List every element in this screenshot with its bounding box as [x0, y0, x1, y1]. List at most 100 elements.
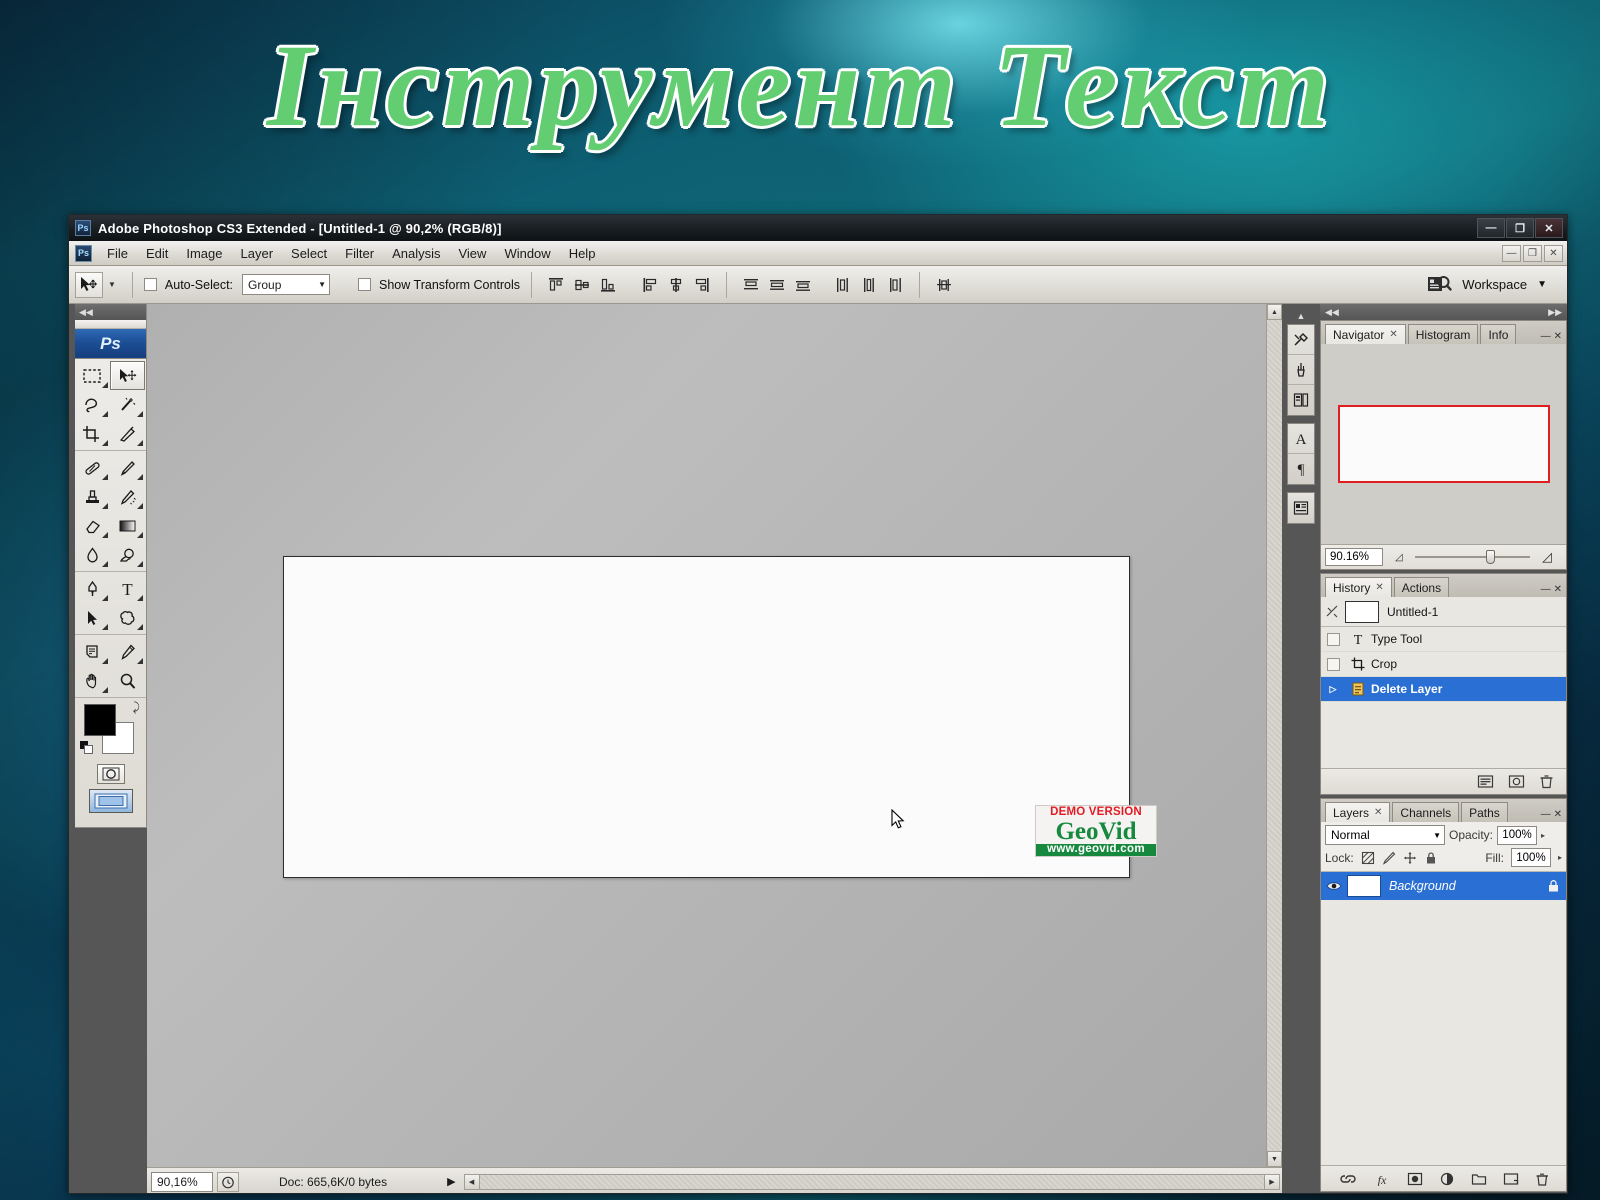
- notes-tool-button[interactable]: [75, 637, 110, 666]
- eyedropper-tool-button[interactable]: [110, 637, 145, 666]
- lock-image-pixels-icon[interactable]: [1382, 851, 1396, 865]
- clone-stamp-tool-button[interactable]: [75, 482, 110, 511]
- canvas-horizontal-scrollbar[interactable]: ◀ ▶: [463, 1173, 1280, 1190]
- scroll-down-arrow-icon[interactable]: ▼: [1267, 1151, 1282, 1167]
- tab-paths[interactable]: Paths: [1461, 802, 1508, 822]
- lasso-tool-button[interactable]: [75, 390, 110, 419]
- close-panel-icon[interactable]: ✕: [1554, 809, 1562, 820]
- magic-wand-tool-button[interactable]: [110, 390, 145, 419]
- history-state-row-active[interactable]: ▷ Delete Layer: [1321, 677, 1566, 702]
- navigator-preview[interactable]: [1321, 344, 1566, 545]
- hscroll-track[interactable]: [479, 1173, 1264, 1190]
- create-document-from-state-icon[interactable]: [1477, 774, 1494, 789]
- pen-tool-button[interactable]: [75, 574, 110, 603]
- eraser-tool-button[interactable]: [75, 511, 110, 540]
- close-button[interactable]: ✕: [1535, 218, 1563, 238]
- tab-actions[interactable]: Actions: [1393, 577, 1450, 597]
- dock-collapse-left-icon[interactable]: ◀◀: [1325, 307, 1339, 318]
- tab-histogram[interactable]: Histogram: [1407, 324, 1479, 344]
- opacity-stepper-icon[interactable]: ▸: [1541, 831, 1545, 840]
- snapshot-source-icon[interactable]: [1321, 604, 1345, 620]
- collapse-icon[interactable]: —: [1541, 584, 1551, 595]
- menu-view[interactable]: View: [449, 243, 495, 264]
- eye-icon[interactable]: [1321, 879, 1347, 893]
- canvas-workspace[interactable]: DEMO VERSION GeoVid www.geovid.com: [147, 304, 1266, 1167]
- custom-shape-tool-button[interactable]: [110, 603, 145, 632]
- healing-brush-tool-button[interactable]: [75, 453, 110, 482]
- lock-position-icon[interactable]: [1403, 851, 1417, 865]
- toolbox-collapse-button[interactable]: ◀◀: [75, 304, 146, 320]
- dodge-tool-button[interactable]: [110, 540, 145, 569]
- tool-presets-icon[interactable]: [1288, 325, 1314, 355]
- state-source-toggle[interactable]: [1321, 657, 1345, 671]
- auto-select-checkbox[interactable]: [143, 278, 157, 291]
- dock-collapse-button[interactable]: ▲: [1282, 308, 1320, 324]
- distribute-top-edges-button[interactable]: [738, 273, 764, 297]
- maximize-button[interactable]: ❐: [1506, 218, 1534, 238]
- tab-channels[interactable]: Channels: [1392, 802, 1460, 822]
- tab-info[interactable]: Info: [1480, 324, 1517, 344]
- status-menu-arrow-icon[interactable]: ▶: [447, 1175, 455, 1188]
- panels-dock-header[interactable]: ◀◀ ▶▶: [1320, 304, 1567, 320]
- menu-select[interactable]: Select: [282, 243, 336, 264]
- default-colors-icon[interactable]: [79, 740, 95, 756]
- history-state-row[interactable]: Crop: [1321, 652, 1566, 677]
- path-selection-tool-button[interactable]: [75, 603, 110, 632]
- align-top-edges-button[interactable]: [543, 273, 569, 297]
- close-panel-icon[interactable]: ✕: [1554, 331, 1562, 342]
- workspace-control[interactable]: Workspace ▼: [1426, 273, 1561, 297]
- collapse-icon[interactable]: —: [1541, 331, 1551, 342]
- scrollbar-track[interactable]: [1267, 320, 1282, 1151]
- doc-minimize-button[interactable]: —: [1502, 244, 1521, 262]
- screen-mode-button[interactable]: [88, 789, 133, 813]
- scroll-left-arrow-icon[interactable]: ◀: [463, 1173, 480, 1190]
- menu-help[interactable]: Help: [560, 243, 605, 264]
- current-tool-button[interactable]: [75, 271, 103, 298]
- scroll-right-arrow-icon[interactable]: ▶: [1264, 1173, 1280, 1190]
- tab-history[interactable]: History ✕: [1325, 577, 1392, 597]
- horizontal-type-tool-button[interactable]: T: [110, 574, 145, 603]
- character-icon[interactable]: A: [1288, 424, 1314, 454]
- layer-comps-icon[interactable]: [1288, 493, 1314, 523]
- zoom-out-icon[interactable]: ◿: [1395, 552, 1403, 563]
- foreground-color-swatch[interactable]: [84, 704, 116, 736]
- new-group-icon[interactable]: [1471, 1172, 1487, 1186]
- blend-mode-dropdown[interactable]: Normal ▼: [1325, 825, 1445, 845]
- layer-style-icon[interactable]: fx: [1373, 1172, 1391, 1186]
- quick-mask-button[interactable]: [96, 764, 125, 784]
- menu-window[interactable]: Window: [495, 243, 559, 264]
- zoom-in-icon[interactable]: ◿: [1542, 549, 1552, 565]
- window-titlebar[interactable]: Ps Adobe Photoshop CS3 Extended - [Untit…: [69, 215, 1567, 241]
- blur-tool-button[interactable]: [75, 540, 110, 569]
- align-vertical-centers-button[interactable]: [569, 273, 595, 297]
- align-horizontal-centers-button[interactable]: [663, 273, 689, 297]
- zoom-tool-button[interactable]: [110, 666, 145, 695]
- rectangular-marquee-tool-button[interactable]: [75, 361, 110, 390]
- opacity-field[interactable]: 100%: [1497, 825, 1538, 845]
- brush-tool-button[interactable]: [110, 453, 145, 482]
- align-left-edges-button[interactable]: [637, 273, 663, 297]
- close-panel-icon[interactable]: ✕: [1554, 584, 1562, 595]
- tab-layers[interactable]: Layers ✕: [1325, 802, 1391, 822]
- slider-track[interactable]: [1415, 556, 1530, 558]
- new-layer-icon[interactable]: [1503, 1172, 1519, 1186]
- menu-edit[interactable]: Edit: [137, 243, 177, 264]
- gradient-tool-button[interactable]: [110, 511, 145, 540]
- distribute-right-edges-button[interactable]: [882, 273, 908, 297]
- distribute-horizontal-centers-button[interactable]: [856, 273, 882, 297]
- canvas-vertical-scrollbar[interactable]: ▲ ▼: [1266, 304, 1282, 1167]
- navigator-zoom-field[interactable]: 90.16%: [1325, 548, 1383, 566]
- toolbox-drag-handle[interactable]: [75, 320, 146, 329]
- state-source-toggle[interactable]: [1321, 632, 1345, 646]
- delete-layer-icon[interactable]: [1535, 1172, 1549, 1186]
- close-icon[interactable]: ✕: [1389, 329, 1397, 340]
- layer-row[interactable]: Background: [1321, 872, 1566, 900]
- distribute-link-button[interactable]: [931, 273, 957, 297]
- adjustment-layer-icon[interactable]: [1439, 1172, 1455, 1186]
- lock-all-icon[interactable]: [1424, 851, 1438, 865]
- distribute-left-edges-button[interactable]: [830, 273, 856, 297]
- paragraph-icon[interactable]: ¶: [1288, 454, 1314, 484]
- link-layers-icon[interactable]: [1339, 1172, 1357, 1186]
- tab-navigator[interactable]: Navigator ✕: [1325, 324, 1406, 344]
- clone-source-icon[interactable]: [1288, 385, 1314, 415]
